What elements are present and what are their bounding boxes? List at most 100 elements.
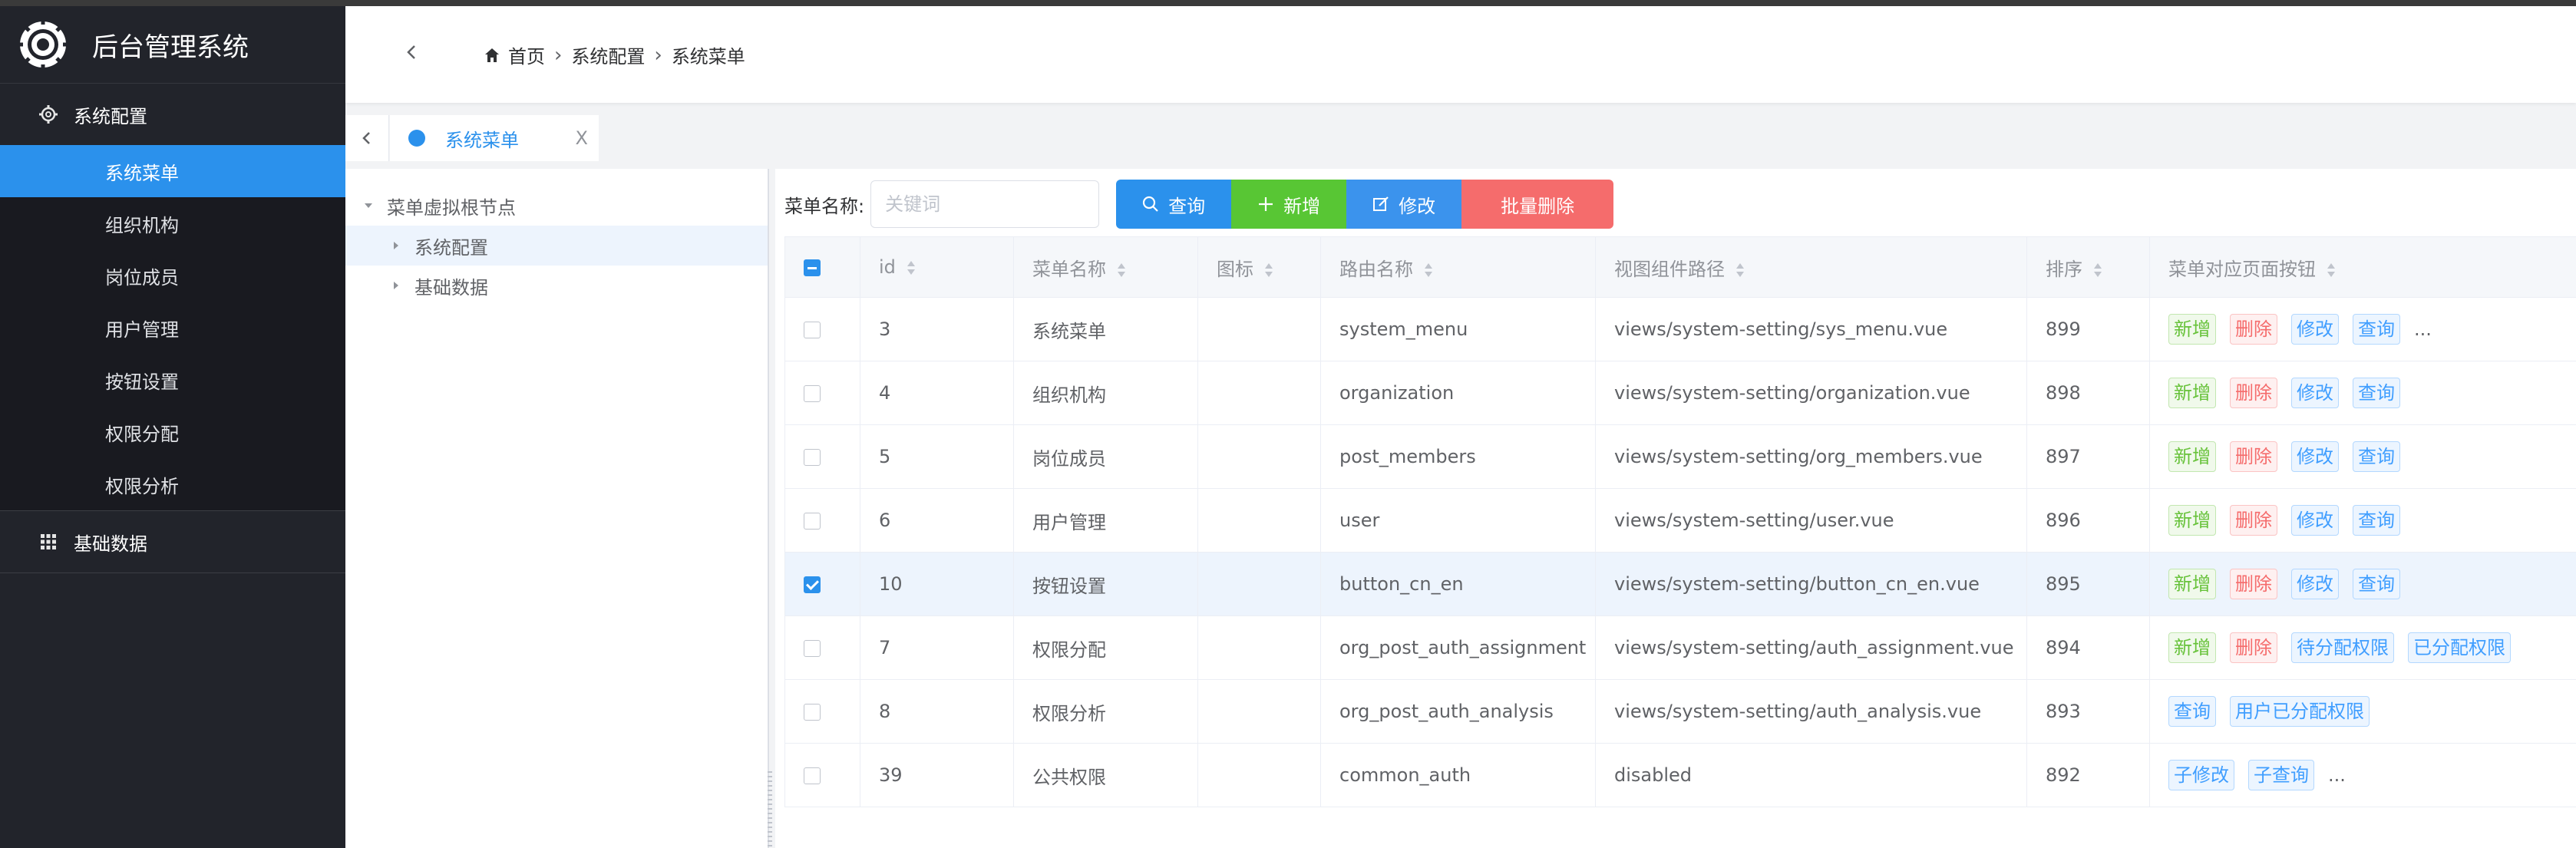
tree-node-root[interactable]: 菜单虚拟根节点: [345, 186, 768, 226]
row-checkbox[interactable]: [804, 385, 821, 402]
sort-icon[interactable]: [1264, 262, 1273, 279]
page-button-tag[interactable]: 新增: [2168, 505, 2216, 536]
sidebar-item-post-members[interactable]: 岗位成员: [0, 249, 345, 302]
sort-icon[interactable]: [2327, 262, 2336, 279]
row-checkbox[interactable]: [804, 640, 821, 657]
table-row[interactable]: 10 按钮设置 button_cn_en views/system-setting/b…: [784, 552, 2576, 616]
table-row[interactable]: 39 公共权限 common_auth disabled 892 子修改 子查询...: [784, 743, 2576, 807]
more-tags-indicator[interactable]: ...: [2328, 764, 2346, 786]
tab-close-button[interactable]: X: [576, 127, 588, 149]
column-header-buttons[interactable]: 菜单对应页面按钮: [2149, 236, 2576, 298]
menu-group-base-data[interactable]: 基础数据: [0, 511, 345, 572]
page-button-tag[interactable]: 删除: [2230, 378, 2277, 408]
select-all-checkbox[interactable]: [804, 259, 821, 276]
page-button-tag[interactable]: 查询: [2353, 314, 2400, 345]
page-button-tag[interactable]: 删除: [2230, 314, 2277, 345]
add-button[interactable]: 新增: [1231, 180, 1347, 229]
sidebar-item-permission-assignment[interactable]: 权限分配: [0, 406, 345, 458]
page-button-tag[interactable]: 修改: [2291, 378, 2339, 408]
page-button-tag[interactable]: 待分配权限: [2291, 632, 2394, 663]
table-row[interactable]: 6 用户管理 user views/system-setting/user.vue 89…: [784, 488, 2576, 553]
column-header-route[interactable]: 路由名称: [1320, 236, 1596, 298]
caret-right-icon[interactable]: [390, 279, 402, 292]
caret-right-icon[interactable]: [390, 239, 402, 252]
top-header: 首页 › 系统配置 › 系统菜单: [345, 6, 2576, 103]
page-button-tag[interactable]: 新增: [2168, 632, 2216, 663]
table-row[interactable]: 3 系统菜单 system_menu views/system-setting/sys…: [784, 297, 2576, 361]
batch-delete-button[interactable]: 批量删除: [1461, 180, 1614, 229]
page-button-tag[interactable]: 删除: [2230, 505, 2277, 536]
page-button-tag[interactable]: 修改: [2291, 505, 2339, 536]
sort-icon[interactable]: [1117, 262, 1126, 279]
page-button-tag[interactable]: 新增: [2168, 569, 2216, 599]
more-tags-indicator[interactable]: ...: [2414, 318, 2432, 340]
page-button-tag[interactable]: 用户已分配权限: [2230, 696, 2370, 727]
table-row[interactable]: 5 岗位成员 post_members views/system-setting/or…: [784, 424, 2576, 489]
caret-down-icon[interactable]: [362, 200, 375, 212]
page-button-tag[interactable]: 子查询: [2248, 760, 2314, 790]
page-button-tag[interactable]: 查询: [2353, 505, 2400, 536]
row-checkbox[interactable]: [804, 449, 821, 466]
page-button-tag[interactable]: 新增: [2168, 441, 2216, 472]
collapse-chevron-left-icon[interactable]: [401, 41, 422, 63]
splitter-grip-handle[interactable]: [768, 771, 772, 848]
sidebar-item-user-management[interactable]: 用户管理: [0, 302, 345, 354]
tabs-bar: 系统菜单 X: [345, 115, 2576, 161]
cell-page-buttons: 新增 删除 修改 查询...: [2149, 297, 2576, 361]
table-row[interactable]: 8 权限分析 org_post_auth_analysis views/system-…: [784, 679, 2576, 744]
sidebar-item-permission-analysis[interactable]: 权限分析: [0, 458, 345, 510]
row-checkbox[interactable]: [804, 322, 821, 338]
page-button-tag[interactable]: 修改: [2291, 314, 2339, 345]
column-header-name[interactable]: 菜单名称: [1013, 236, 1198, 298]
cell-view-path: views/system-setting/auth_analysis.vue: [1595, 679, 2027, 744]
cell-id: 6: [860, 488, 1014, 553]
page-button-tag[interactable]: 修改: [2291, 569, 2339, 599]
page-button-tag[interactable]: 修改: [2291, 441, 2339, 472]
page-button-tag[interactable]: 删除: [2230, 441, 2277, 472]
tree-node-base-data[interactable]: 基础数据: [345, 266, 768, 305]
row-checkbox[interactable]: [804, 704, 821, 721]
row-checkbox[interactable]: [804, 576, 821, 593]
sidebar-item-system-menu[interactable]: 系统菜单: [0, 145, 345, 197]
page-button-tag[interactable]: 查询: [2353, 569, 2400, 599]
breadcrumb-system-config[interactable]: 系统配置: [571, 41, 645, 68]
cell-view-path: views/system-setting/org_members.vue: [1595, 424, 2027, 489]
column-header-icon[interactable]: 图标: [1197, 236, 1321, 298]
page-button-tag[interactable]: 已分配权限: [2408, 632, 2511, 663]
menu-group-system-config[interactable]: 系统配置: [0, 84, 345, 145]
row-checkbox[interactable]: [804, 513, 821, 530]
cell-route-name: user: [1320, 488, 1596, 553]
row-select-cell: [784, 743, 860, 807]
query-button[interactable]: 查询: [1116, 180, 1232, 229]
sort-icon[interactable]: [907, 259, 916, 276]
page-button-tag[interactable]: 查询: [2353, 441, 2400, 472]
page-button-tag[interactable]: 删除: [2230, 632, 2277, 663]
sidebar-item-organization[interactable]: 组织机构: [0, 197, 345, 249]
sidebar-item-button-settings[interactable]: 按钮设置: [0, 354, 345, 406]
sort-icon[interactable]: [1424, 262, 1433, 279]
column-header-path[interactable]: 视图组件路径: [1595, 236, 2027, 298]
table-body: 3 系统菜单 system_menu views/system-setting/sys…: [784, 297, 2576, 807]
page-button-tag[interactable]: 新增: [2168, 314, 2216, 345]
table-row[interactable]: 7 权限分配 org_post_auth_assignment views/syste…: [784, 615, 2576, 680]
page-button-tag[interactable]: 查询: [2353, 378, 2400, 408]
page-button-tag[interactable]: 删除: [2230, 569, 2277, 599]
search-input[interactable]: [870, 180, 1100, 228]
table-row[interactable]: 4 组织机构 organization views/system-setting/or…: [784, 361, 2576, 425]
tree-node-system-config[interactable]: 系统配置: [345, 226, 768, 266]
column-header-id[interactable]: id: [860, 236, 1014, 298]
sort-icon[interactable]: [1735, 262, 1745, 279]
row-checkbox[interactable]: [804, 767, 821, 784]
sort-icon[interactable]: [2093, 262, 2102, 279]
page-button-tag[interactable]: 子修改: [2168, 760, 2234, 790]
cell-route-name: organization: [1320, 361, 1596, 425]
column-header-sort[interactable]: 排序: [2026, 236, 2150, 298]
breadcrumb-home[interactable]: 首页: [508, 41, 545, 68]
edit-button[interactable]: 修改: [1346, 180, 1462, 229]
page-button-tag[interactable]: 新增: [2168, 378, 2216, 408]
cell-sort: 897: [2026, 424, 2150, 489]
tabs-scroll-left-button[interactable]: [345, 115, 389, 161]
tab-system-menu[interactable]: 系统菜单 X: [390, 115, 599, 161]
panel-splitter[interactable]: [768, 169, 769, 848]
page-button-tag[interactable]: 查询: [2168, 696, 2216, 727]
